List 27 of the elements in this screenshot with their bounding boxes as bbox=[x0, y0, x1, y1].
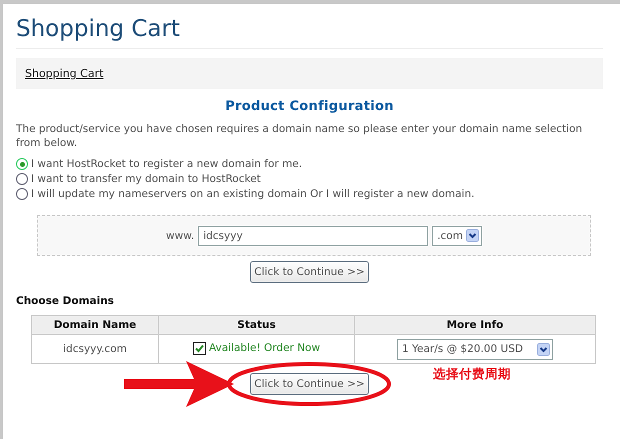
breadcrumb-link[interactable]: Shopping Cart bbox=[25, 67, 104, 80]
prefix-label: www. bbox=[166, 230, 194, 242]
column-header: Domain Name bbox=[32, 316, 158, 334]
radio-label: I will update my nameservers on an existing domain Or I will register a new domain. bbox=[31, 188, 474, 200]
page-title: Shopping Cart bbox=[16, 16, 603, 49]
radio-label: I want to transfer my domain to HostRocket bbox=[31, 173, 261, 185]
intro-text: The product/service you have chosen requires a domain name so please enter your domain name selection from below. bbox=[16, 122, 584, 150]
radio-option[interactable]: I want HostRocket to register a new domain for me. bbox=[16, 157, 603, 171]
radio-button[interactable] bbox=[16, 158, 28, 170]
domain-cell: idcsyyy.com bbox=[32, 334, 158, 364]
column-header: Status bbox=[158, 316, 354, 334]
checkbox[interactable] bbox=[192, 342, 206, 354]
radio-label: I want HostRocket to register a new domain for me. bbox=[31, 158, 302, 170]
section-title: Product Configuration bbox=[224, 99, 395, 114]
term-dropdown[interactable]: 1 Year/s @ $20.00 USD bbox=[397, 338, 553, 360]
radio-button[interactable] bbox=[16, 188, 28, 200]
column-header: More Info bbox=[354, 316, 596, 334]
status-text: Available! Order Now bbox=[208, 342, 320, 354]
continue-button[interactable]: Click to Continue >> bbox=[250, 373, 369, 395]
tld-dropdown[interactable]: .com bbox=[432, 226, 482, 246]
radio-option[interactable]: I want to transfer my domain to HostRocket bbox=[16, 172, 603, 186]
domain-input[interactable]: idcsyyy bbox=[198, 226, 428, 246]
section-heading: Choose Domains bbox=[16, 295, 115, 307]
radio-button[interactable] bbox=[16, 173, 28, 185]
annotation-text: 选择付费周期 bbox=[433, 366, 511, 383]
radio-option[interactable]: I will update my nameservers on an existing domain Or I will register a new domain. bbox=[16, 187, 603, 201]
continue-button[interactable]: Click to Continue >> bbox=[250, 261, 369, 283]
